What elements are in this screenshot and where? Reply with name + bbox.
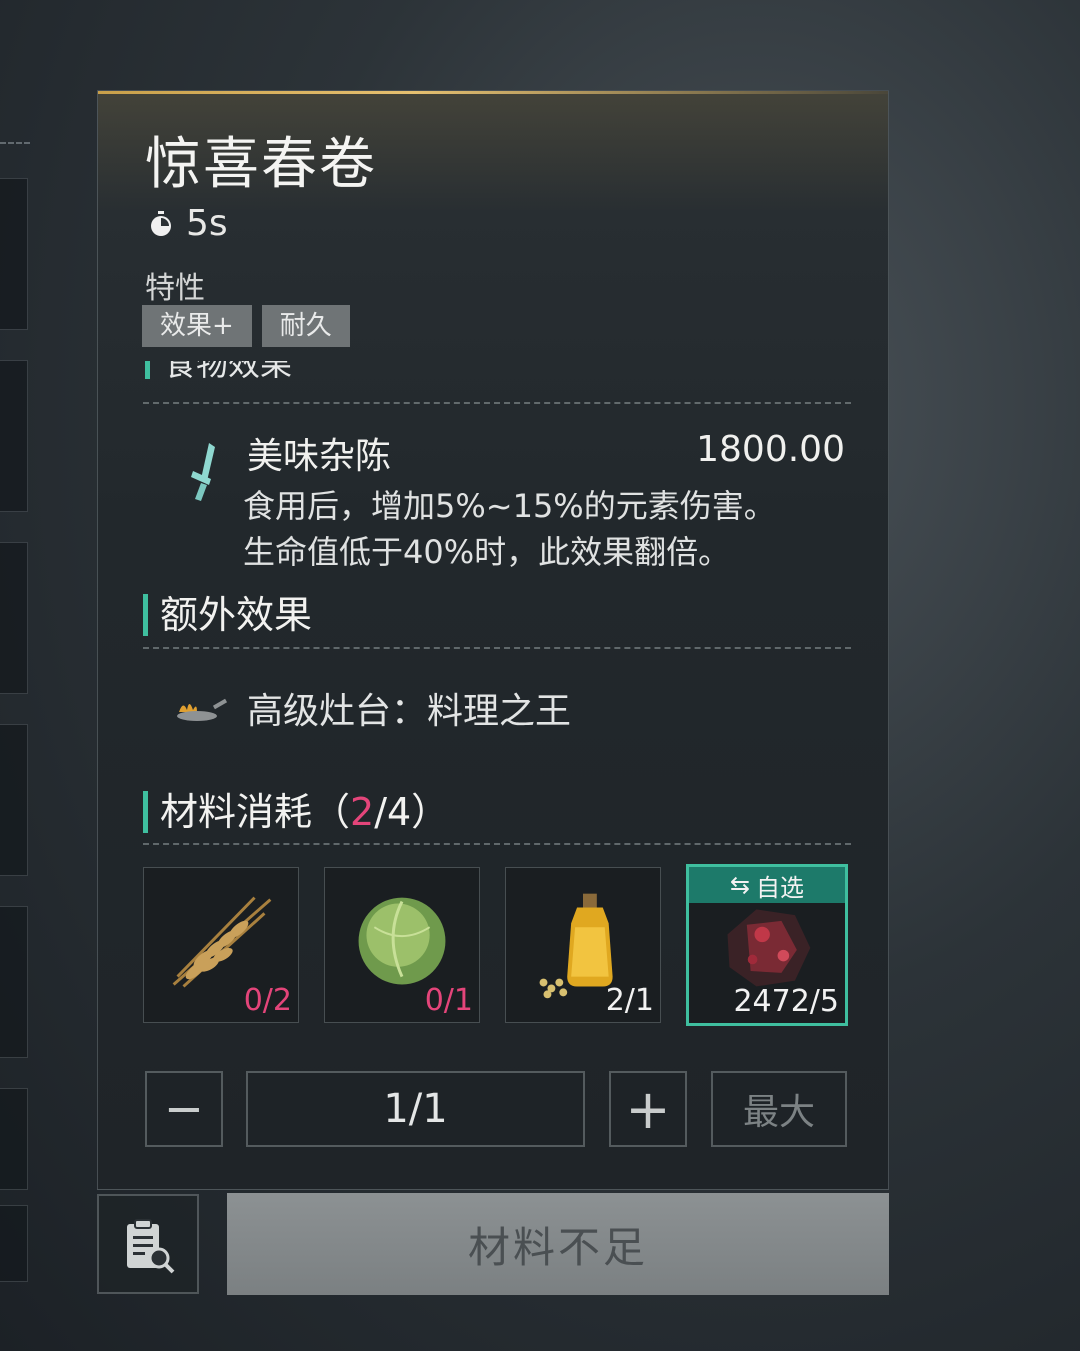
effect-value: 1800.00 [696,429,845,470]
recipe-info-button[interactable] [97,1194,199,1294]
trait-tag: 耐久 [261,305,350,347]
list-item[interactable] [0,906,28,1058]
trait-tags: 效果+ 耐久 [142,305,350,347]
list-item[interactable] [0,1205,28,1282]
effect-name: 美味杂陈 [247,436,392,477]
food-effect-heading: 食物效果 [145,361,445,379]
trait-tag: 效果+ [142,305,252,347]
material-slot-ore[interactable]: ⇆ 自选 2472/5 [686,864,848,1026]
materials-heading-prefix: 材料消耗（ [160,790,351,834]
extra-effect-text: 高级灶台：料理之王 [247,691,572,732]
effect-description-line: 生命值低于40%时，此效果翻倍。 [243,533,731,571]
quantity-display: 1/1 [246,1071,585,1147]
effect-description-line: 食用后，增加5%~15%的元素伤害。 [243,487,776,525]
material-slot-cabbage[interactable]: 0/1 [324,867,480,1023]
clipboard-search-icon [127,1219,175,1274]
divider [143,402,851,404]
list-item[interactable] [0,1088,28,1190]
material-count: 2472/5 [733,984,839,1019]
material-slot-oil[interactable]: 2/1 [505,867,661,1023]
material-count: 0/1 [424,983,473,1018]
materials-heading: 材料消耗（2/4） [143,791,449,833]
cook-time: 5s [148,203,228,244]
blade-icon [191,443,215,501]
materials-list: 0/2 0/1 2/1 ⇆ 自选 2472/5 [143,864,848,1026]
decrease-button[interactable]: − [145,1071,223,1147]
list-item[interactable] [0,724,28,876]
food-effect: 美味杂陈 1800.00 食用后，增加5%~15%的元素伤害。 生命值低于40%… [143,421,851,571]
traits-label: 特性 [145,271,205,306]
materials-total: /4） [374,790,450,834]
material-slot-wheat[interactable]: 0/2 [143,867,299,1023]
increase-button[interactable]: + [609,1071,687,1147]
max-button[interactable]: 最大 [711,1071,847,1147]
cook-time-value: 5s [186,203,228,244]
list-item[interactable] [0,360,28,512]
divider [143,843,851,845]
stopwatch-icon [151,210,171,236]
material-count: 2/1 [605,983,654,1018]
divider [0,142,30,144]
extra-effect-heading: 额外效果 [143,594,312,636]
craft-button[interactable]: 材料不足 [227,1193,889,1295]
list-item[interactable] [0,542,28,694]
recipe-title: 惊喜春卷 [145,132,377,197]
stove-icon [177,698,228,721]
divider [143,647,851,649]
background-left-list [0,0,30,1351]
recipe-detail-panel: 惊喜春卷 5s 特性 效果+ 耐久 食物效果 美味杂陈 1800.00 食用后，… [97,90,889,1190]
effect-description: 食用后，增加5%~15%的元素伤害。 生命值低于40%时，此效果翻倍。 [243,483,776,575]
material-count: 0/2 [243,983,292,1018]
materials-have-count: 2 [350,790,375,834]
food-effect-heading-text: 食物效果 [145,361,445,379]
list-item[interactable] [0,178,28,330]
extra-effect: 高级灶台：料理之王 [143,676,851,736]
